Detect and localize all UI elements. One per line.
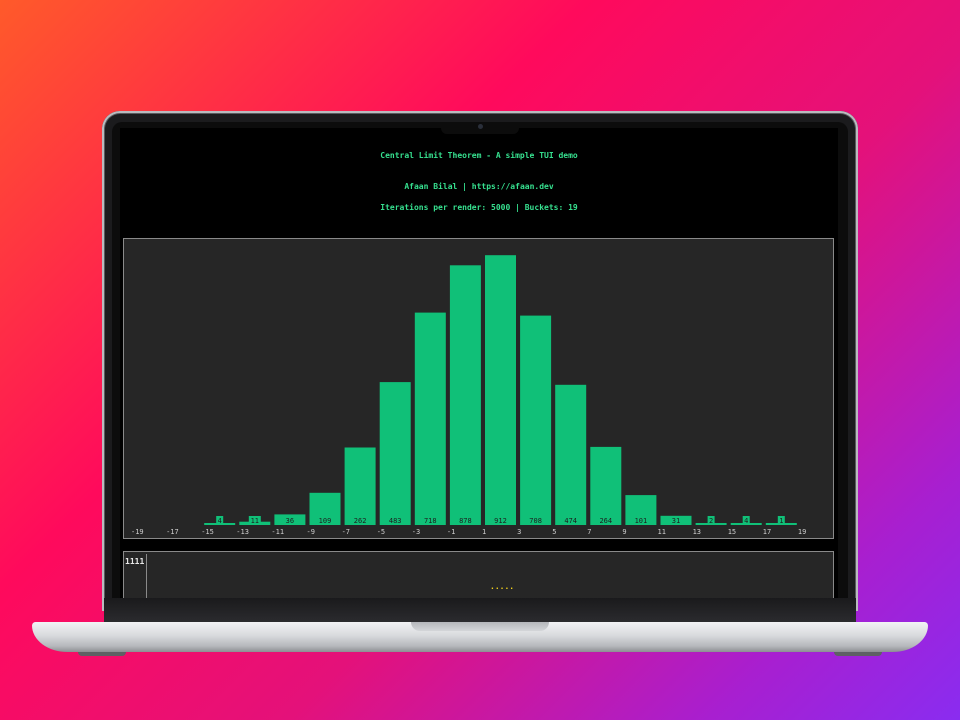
x-axis-tick-label: 7 bbox=[587, 528, 591, 536]
histogram-bar bbox=[414, 312, 446, 525]
x-axis-tick-label: -9 bbox=[307, 528, 315, 536]
bar-value-label: 262 bbox=[354, 517, 367, 525]
x-axis-tick-label: -5 bbox=[377, 528, 385, 536]
histogram-panel: -19 -17 4 -15 11 -13 36 -11 109 -9 262 -7 483 -5 718 -3… bbox=[123, 238, 834, 539]
bar-value-label: 11 bbox=[251, 517, 259, 525]
camera-icon bbox=[478, 124, 483, 129]
x-axis-tick-label: 5 bbox=[552, 528, 556, 536]
x-axis-tick-label: 17 bbox=[763, 528, 771, 536]
x-axis-tick-label: 3 bbox=[517, 528, 521, 536]
history-sparkline: ..... bbox=[490, 582, 515, 591]
x-axis-tick-label: -1 bbox=[447, 528, 455, 536]
bar-value-label: 109 bbox=[319, 517, 332, 525]
laptop-foot-left bbox=[78, 652, 126, 656]
x-axis-tick-label: -13 bbox=[236, 528, 249, 536]
bar-value-label: 1 bbox=[779, 517, 783, 525]
laptop-hinge bbox=[104, 598, 856, 622]
histogram-bar bbox=[520, 315, 552, 525]
bar-value-label: 708 bbox=[529, 517, 542, 525]
histogram-bar bbox=[485, 255, 516, 525]
histogram-bar bbox=[449, 265, 481, 525]
x-axis-tick-label: -17 bbox=[166, 528, 179, 536]
terminal-screen: Central Limit Theorem - A simple TUI dem… bbox=[120, 128, 838, 598]
app-title: Central Limit Theorem - A simple TUI dem… bbox=[380, 151, 578, 160]
stats-line: Iterations per render: 5000 | Buckets: 1… bbox=[380, 203, 578, 212]
laptop-foot-right bbox=[834, 652, 882, 656]
histogram-bar bbox=[590, 446, 622, 525]
bar-value-label: 912 bbox=[494, 517, 507, 525]
bar-value-label: 483 bbox=[389, 517, 402, 525]
x-axis-tick-label: -7 bbox=[342, 528, 350, 536]
bar-value-label: 4 bbox=[744, 517, 748, 525]
histogram-chart: -19 -174-1511-1336-11109-9262-7483-5718-3… bbox=[131, 255, 806, 536]
bar-value-label: 101 bbox=[635, 517, 648, 525]
x-axis-tick-label: 11 bbox=[658, 528, 666, 536]
histogram-bar bbox=[344, 447, 376, 525]
x-axis-tick-label: 1 bbox=[482, 528, 486, 536]
history-divider bbox=[146, 554, 147, 598]
x-axis-tick-label: -19 bbox=[131, 528, 144, 536]
x-axis-tick-label: 19 bbox=[798, 528, 806, 536]
histogram-bar bbox=[555, 384, 587, 525]
bar-value-label: 31 bbox=[672, 517, 680, 525]
x-axis-tick-label: 9 bbox=[622, 528, 626, 536]
x-axis-tick-label: -3 bbox=[412, 528, 420, 536]
app-header: Central Limit Theorem - A simple TUI dem… bbox=[120, 128, 838, 232]
history-panel: 1111 ..... bbox=[123, 551, 834, 598]
bar-value-label: 4 bbox=[218, 517, 222, 525]
bar-value-label: 2 bbox=[709, 517, 713, 525]
bar-value-label: 474 bbox=[564, 517, 577, 525]
histogram-bar bbox=[379, 382, 411, 525]
history-count: 1111 bbox=[125, 557, 145, 566]
x-axis-tick-label: 13 bbox=[693, 528, 701, 536]
author-line[interactable]: Afaan Bilal | https://afaan.dev bbox=[120, 182, 838, 191]
x-axis-tick-label: 15 bbox=[728, 528, 736, 536]
trackpad-notch bbox=[411, 622, 549, 631]
x-axis-tick-label: -11 bbox=[271, 528, 284, 536]
bar-value-label: 36 bbox=[286, 517, 294, 525]
bar-value-label: 264 bbox=[599, 517, 612, 525]
bar-value-label: 718 bbox=[424, 517, 437, 525]
x-axis-tick-label: -15 bbox=[201, 528, 214, 536]
bar-value-label: 878 bbox=[459, 517, 472, 525]
